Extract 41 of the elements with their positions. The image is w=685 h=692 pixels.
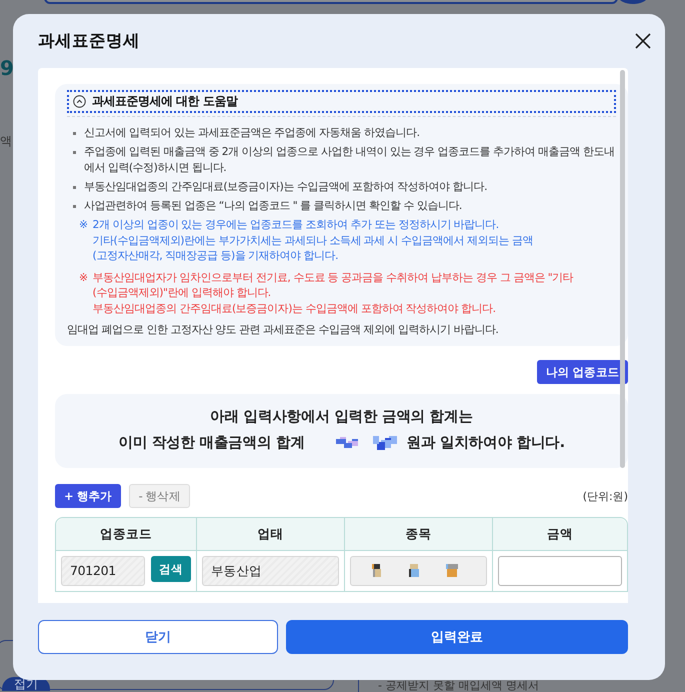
note-text: 부동산임대업자가 임차인으로부터 전기료, 수도료 등 공과금을 수취하여 납부하는 경우 그 금액은 "기타 <box>92 270 574 285</box>
help-text: 부동산임대업종의 간주임대료(보증금이자)는 수입금액에 포함하여 작성하여야 합니다. <box>84 179 488 195</box>
help-toggle[interactable]: 과세표준명세에 대한 도움말 <box>67 90 616 113</box>
bullet-icon <box>73 151 76 154</box>
column-header: 금액 <box>493 518 627 551</box>
summary-text: 아래 입력사항에서 입력한 금액의 합계는 <box>209 408 474 427</box>
confirm-button[interactable]: 입력완료 <box>286 620 628 654</box>
code-field: 701201 <box>61 556 145 586</box>
page-text: 9 <box>0 56 14 80</box>
close-icon[interactable] <box>633 31 653 51</box>
bullet-icon <box>73 205 76 208</box>
note-text: (고정자산매각, 직매장공급 등)을 기재하여야 합니다. <box>92 248 340 264</box>
add-row-button[interactable]: + 행추가 <box>55 484 121 508</box>
column-header: 업태 <box>197 518 345 551</box>
unit-label: (단위:원) <box>582 488 628 504</box>
help-text: 임대업 폐업으로 인한 고정자산 양도 관련 과세표준은 수입금액 제외에 입력하시기 바랍니다. <box>67 322 500 338</box>
bullet-icon <box>73 186 76 189</box>
column-header: 업종코드 <box>56 518 197 551</box>
business-type-field: 부동산업 <box>202 556 339 586</box>
summary-text: 원과 일치하여야 합니다. <box>406 434 564 453</box>
help-text: 신고서에 입력되어 있는 과세표준금액은 주업종에 자동채움 하였습니다. <box>84 125 420 141</box>
close-button[interactable]: 닫기 <box>38 620 278 654</box>
scrollbar[interactable] <box>620 70 625 468</box>
dialog-title: 과세표준명세 <box>38 30 140 52</box>
summary-text: 이미 작성한 매출금액의 합계 <box>118 434 305 453</box>
my-code-button[interactable]: 나의 업종코드 <box>536 360 628 384</box>
help-text: 주업종에 입력된 매출금액 중 2개 이상의 업종으로 사업한 내역이 있는 경우 업종코드를 추가하여 매출금액 한도내에서 입력(수정)하시면 됩니다. <box>84 144 616 176</box>
note-text: (수입금액제외)"란에 입력해야 합니다. <box>92 285 272 300</box>
note-text: 부동산임대업종의 간주임대료(보증금이자)는 수입금액에 포함하여 작성하여야 합니다. <box>92 300 497 316</box>
note-mark: ※ <box>79 270 88 286</box>
column-header: 종목 <box>345 518 493 551</box>
page-label: 액 <box>0 133 12 150</box>
bullet-icon <box>73 132 76 135</box>
page-text: - 공제받지 못할 매입세액 명세서 <box>378 680 539 692</box>
note-mark: ※ <box>79 217 88 233</box>
help-text: 사업관련하여 등록된 업종은 “나의 업종코드 " 를 클릭하시면 확인할 수 있습니다. <box>84 198 462 214</box>
collapse-icon <box>73 95 86 108</box>
amount-field[interactable] <box>498 556 622 586</box>
search-button[interactable]: 검색 <box>151 556 191 582</box>
note-text: 기타(수입금액제외)란에는 부가가치세는 과세되나 소득세 과세 시 수입금액에서 제외되는 금액 <box>92 232 533 248</box>
note-text: 2개 이상의 업종이 있는 경우에는 업종코드를 조회하여 추가 또는 정정하시기 바랍니다. <box>92 217 500 232</box>
